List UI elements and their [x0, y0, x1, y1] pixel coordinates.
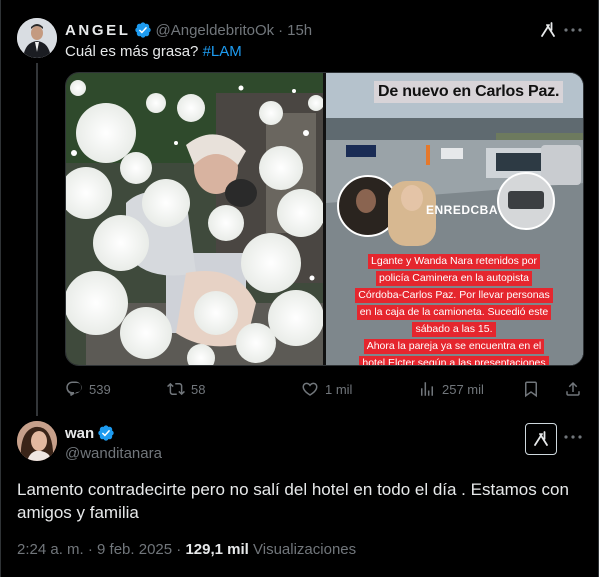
- handle[interactable]: @wanditanara: [65, 445, 162, 462]
- tweet-meta: 2:24 a. m. · 9 feb. 2025 · 129,1 mil Vis…: [17, 541, 356, 558]
- bookmark-icon: [525, 381, 537, 398]
- verified-badge-icon: [97, 424, 115, 442]
- views-count: 257 mil: [442, 381, 484, 397]
- caption-line: policía Caminera en la autopista: [375, 271, 532, 286]
- caption-line: Ahora la pareja ya se encuentra en el: [363, 339, 545, 354]
- display-name[interactable]: wan: [65, 425, 94, 442]
- tweet-text: Cuál es más grasa?: [65, 43, 199, 60]
- views-label: Visualizaciones: [253, 541, 357, 558]
- hashtag-link[interactable]: #LAM: [203, 43, 242, 60]
- parent-tweet-header: ANGEL @AngeldebritoOk · 15h: [65, 20, 312, 40]
- thread-line: [36, 63, 38, 416]
- like-action-button[interactable]: 1 mil: [301, 379, 352, 399]
- caption-line: Lgante y Wanda Nara retenidos por: [368, 254, 540, 269]
- caption-line: Córdoba-Carlos Paz. Por llevar personas: [355, 288, 553, 303]
- like-count: 1 mil: [325, 381, 353, 397]
- avatar[interactable]: [17, 421, 57, 461]
- grok-icon[interactable]: [525, 423, 557, 455]
- heart-icon: [302, 382, 318, 396]
- grok-icon[interactable]: [537, 19, 559, 41]
- handle[interactable]: @AngeldebritoOk: [156, 22, 275, 39]
- views-total: 129,1 mil: [185, 541, 249, 558]
- reply-action-button[interactable]: 539: [65, 379, 111, 399]
- more-options-icon[interactable]: [562, 19, 584, 41]
- tweet-media[interactable]: De nuevo en Carlos Paz. ENREDCBA Lgante …: [65, 72, 584, 366]
- media-image-left[interactable]: [66, 73, 323, 365]
- display-name[interactable]: ANGEL: [65, 22, 131, 39]
- bookmark-action-button[interactable]: [522, 379, 540, 399]
- app-frame: ANGEL @AngeldebritoOk · 15h Cuál es más …: [0, 0, 599, 577]
- caption-line: en la caja de la camioneta. Sucedió este: [356, 305, 552, 320]
- repost-icon: [167, 382, 185, 396]
- repost-count: 58: [191, 381, 206, 397]
- views-icon: [421, 382, 433, 396]
- reply-count: 539: [89, 381, 111, 397]
- verified-badge-icon: [134, 21, 152, 39]
- separator-dot: ·: [176, 541, 182, 558]
- caption-line: hotel Elcter según a las presentaciones: [359, 356, 549, 365]
- views-action-button[interactable]: 257 mil: [418, 379, 484, 399]
- media-caption: Lgante y Wanda Nara retenidos por policí…: [354, 253, 554, 365]
- tweet-time[interactable]: 15h: [287, 22, 312, 39]
- reply-tweet-text: Lamento contradecirte pero no salí del h…: [17, 480, 569, 522]
- caption-line: sábado a las 15.: [412, 322, 496, 337]
- media-watermark: ENREDCBA: [426, 203, 499, 217]
- media-headline: De nuevo en Carlos Paz.: [374, 81, 564, 103]
- parent-tweet-text: Cuál es más grasa? #LAM: [65, 43, 242, 60]
- reply-tweet-header: wan: [65, 423, 115, 443]
- repost-action-button[interactable]: 58: [167, 379, 205, 399]
- avatar[interactable]: [17, 18, 57, 58]
- more-options-icon[interactable]: [562, 426, 584, 448]
- share-action-button[interactable]: [564, 379, 582, 399]
- share-icon: [566, 381, 580, 396]
- tweet-timestamp[interactable]: 2:24 a. m. · 9 feb. 2025: [17, 541, 172, 558]
- media-image-right[interactable]: De nuevo en Carlos Paz. ENREDCBA Lgante …: [326, 73, 583, 365]
- reply-icon: [66, 381, 82, 396]
- separator-dot: ·: [278, 21, 284, 39]
